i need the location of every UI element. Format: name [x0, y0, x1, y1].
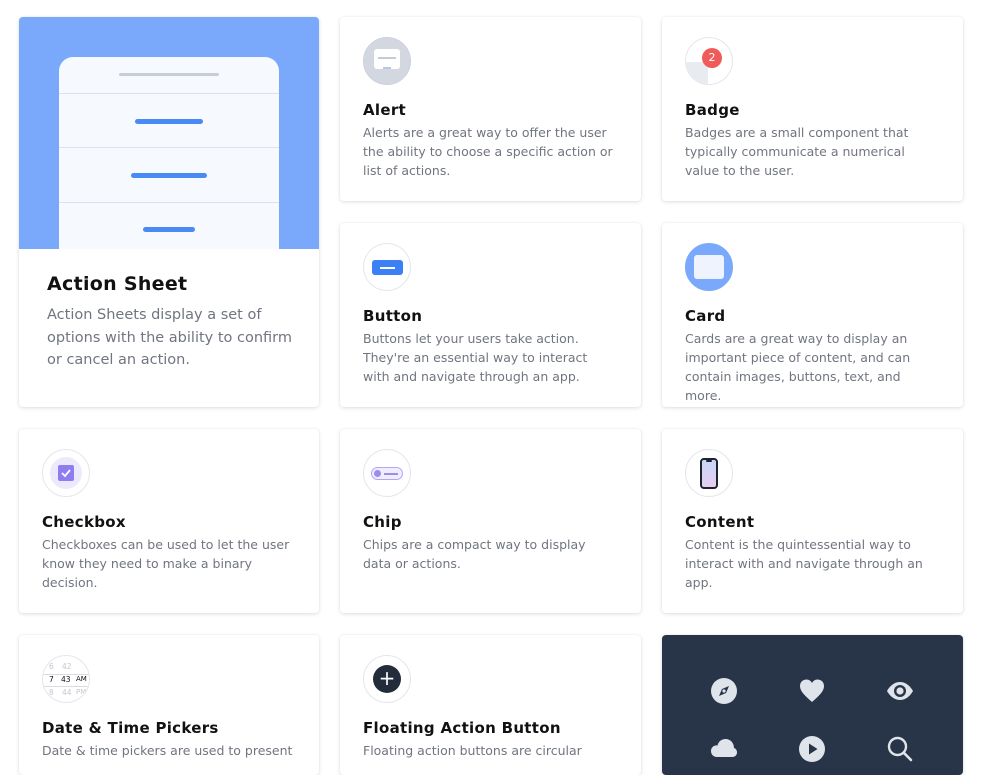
- search-icon: [887, 736, 913, 762]
- floating-action-button-card[interactable]: + Floating Action Button Floating action…: [340, 635, 641, 775]
- fab-icon: +: [363, 655, 411, 703]
- checkbox-card[interactable]: Checkbox Checkboxes can be used to let t…: [19, 429, 319, 613]
- card-description: Date & time pickers are used to present: [42, 743, 293, 758]
- card-title: Action Sheet: [47, 273, 188, 295]
- checkbox-icon: [42, 449, 90, 497]
- action-sheet-card[interactable]: Action Sheet Action Sheets display a set…: [19, 17, 319, 407]
- alert-card[interactable]: Alert Alerts are a great way to offer th…: [340, 17, 641, 201]
- content-icon: [685, 449, 733, 497]
- card-title: Button: [363, 307, 423, 325]
- chip-icon: [363, 449, 411, 497]
- chip-card[interactable]: Chip Chips are a compact way to display …: [340, 429, 641, 613]
- action-sheet-illustration: [19, 17, 319, 249]
- card-description: Chips are a compact way to display data …: [363, 537, 586, 571]
- card-description: Badges are a small component that typica…: [685, 125, 909, 178]
- icons-card[interactable]: [662, 635, 963, 775]
- button-icon: [363, 243, 411, 291]
- card-icon: [685, 243, 733, 291]
- play-icon: [799, 736, 825, 762]
- card-title: Alert: [363, 101, 406, 119]
- heart-icon: [800, 679, 824, 702]
- badge-icon: 2: [685, 37, 733, 85]
- datetime-icon: 6 42 7 43 AM 8 44 PM: [42, 655, 90, 703]
- eye-icon: [887, 682, 913, 700]
- card-title: Date & Time Pickers: [42, 719, 219, 737]
- card-description: Action Sheets display a set of options w…: [47, 307, 293, 368]
- badge-count: 2: [702, 48, 722, 68]
- card-card[interactable]: Card Cards are a great way to display an…: [662, 223, 963, 407]
- card-description: Content is the quintessential way to int…: [685, 537, 923, 590]
- card-description: Buttons let your users take action. They…: [363, 331, 588, 384]
- date-time-pickers-card[interactable]: 6 42 7 43 AM 8 44 PM Date & Time Pickers…: [19, 635, 319, 775]
- card-title: Badge: [685, 101, 740, 119]
- content-card[interactable]: Content Content is the quintessential wa…: [662, 429, 963, 613]
- phone-mockup: [59, 57, 279, 249]
- compass-icon: [711, 678, 737, 704]
- card-description: Cards are a great way to display an impo…: [685, 331, 911, 403]
- card-title: Chip: [363, 513, 402, 531]
- badge-card[interactable]: 2 Badge Badges are a small component tha…: [662, 17, 963, 201]
- card-description: Floating action buttons are circular: [363, 743, 582, 758]
- card-title: Card: [685, 307, 726, 325]
- card-title: Floating Action Button: [363, 719, 561, 737]
- alert-icon: [363, 37, 411, 85]
- card-description: Checkboxes can be used to let the user k…: [42, 537, 290, 590]
- card-description: Alerts are a great way to offer the user…: [363, 125, 613, 178]
- card-title: Content: [685, 513, 755, 531]
- button-card[interactable]: Button Buttons let your users take actio…: [340, 223, 641, 407]
- cloud-icon: [711, 739, 737, 757]
- card-title: Checkbox: [42, 513, 126, 531]
